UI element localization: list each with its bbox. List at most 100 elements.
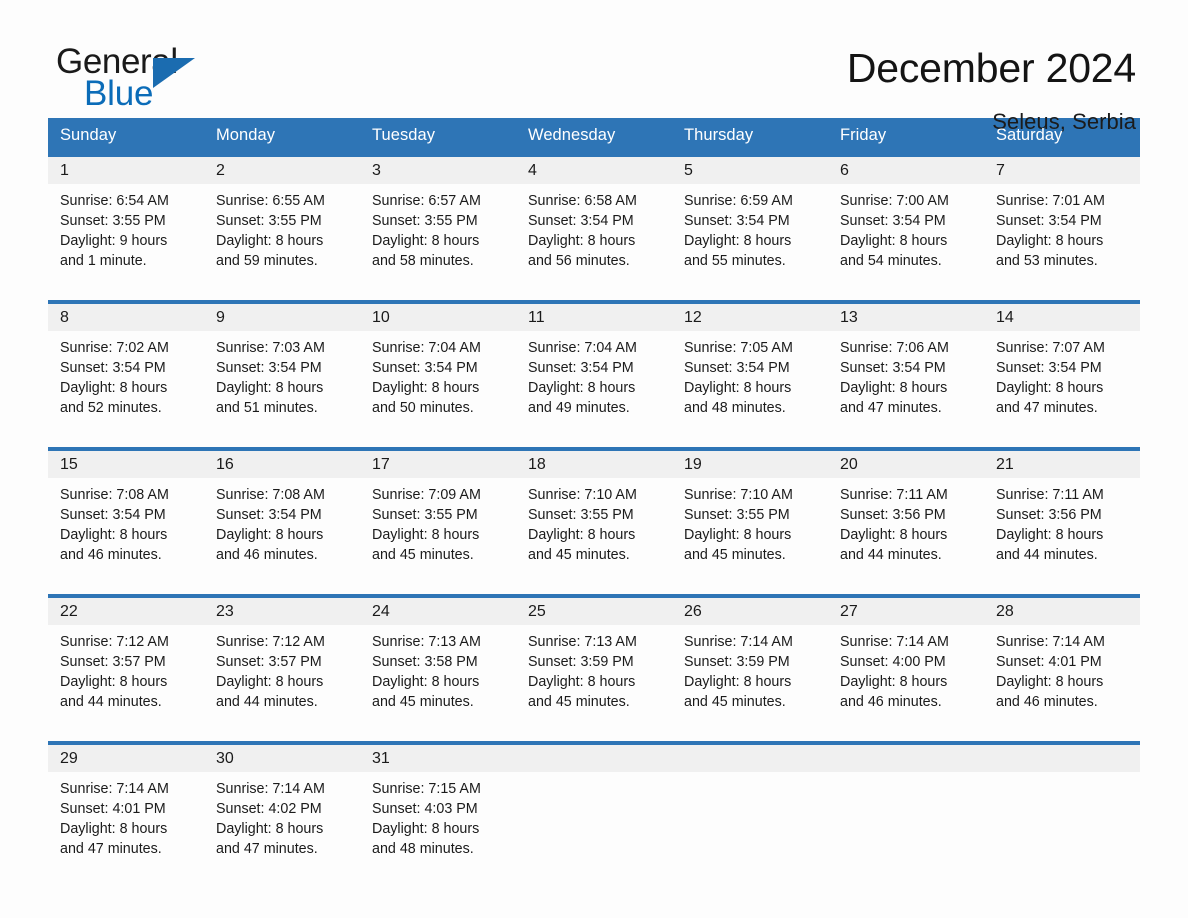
day-detail-cell[interactable]: Sunrise: 6:59 AM Sunset: 3:54 PM Daylight:… — [672, 184, 828, 288]
day-detail-cell[interactable]: Sunrise: 7:14 AM Sunset: 4:01 PM Daylight:… — [984, 625, 1140, 729]
day-number-cell[interactable]: 14 — [984, 304, 1140, 331]
day-detail-cell[interactable]: Sunrise: 7:04 AM Sunset: 3:54 PM Daylight:… — [360, 331, 516, 435]
general-blue-logo[interactable]: General Blue — [56, 44, 206, 120]
day-number-cell[interactable]: 6 — [828, 157, 984, 184]
day-sunrise-text: Sunrise: 7:00 AM — [840, 193, 949, 209]
day-detail-cell[interactable]: Sunrise: 7:14 AM Sunset: 4:01 PM Daylight:… — [48, 772, 204, 876]
day-number-cell[interactable]: 11 — [516, 304, 672, 331]
day-number-cell[interactable]: 8 — [48, 304, 204, 331]
day-daylight-l1-text: Daylight: 8 hours — [996, 527, 1104, 544]
day-number-cell[interactable]: 28 — [984, 598, 1140, 625]
week-spacer-cell — [48, 729, 204, 741]
day-sunset-text: Sunset: 3:54 PM — [528, 213, 634, 230]
day-number-cell[interactable]: 3 — [360, 157, 516, 184]
day-detail-cell[interactable]: Sunrise: 7:13 AM Sunset: 3:59 PM Daylight:… — [516, 625, 672, 729]
day-number-cell[interactable]: 26 — [672, 598, 828, 625]
location-subtitle: Seleus, Serbia — [992, 108, 1136, 134]
day-number-cell[interactable]: 1 — [48, 157, 204, 184]
day-number-cell[interactable]: 13 — [828, 304, 984, 331]
day-detail-cell[interactable]: Sunrise: 7:14 AM Sunset: 4:02 PM Daylight:… — [204, 772, 360, 876]
day-number-row: 22 23 24 25 26 27 28 — [48, 598, 1140, 625]
day-daylight-l2-text: and 44 minutes. — [60, 694, 162, 711]
day-number-cell[interactable]: 29 — [48, 745, 204, 772]
week-spacer-cell — [204, 729, 360, 741]
day-sunrise-text: Sunrise: 7:10 AM — [528, 487, 637, 503]
day-detail-cell[interactable]: Sunrise: 7:11 AM Sunset: 3:56 PM Daylight:… — [828, 478, 984, 582]
day-detail-cell[interactable]: Sunrise: 7:14 AM Sunset: 4:00 PM Daylight:… — [828, 625, 984, 729]
day-detail-row: Sunrise: 7:12 AM Sunset: 3:57 PM Daylight:… — [48, 625, 1140, 729]
day-number-row: 8 9 10 11 12 13 14 — [48, 304, 1140, 331]
day-daylight-l2-text: and 46 minutes. — [996, 694, 1098, 711]
day-detail-cell[interactable]: Sunrise: 7:10 AM Sunset: 3:55 PM Daylight:… — [672, 478, 828, 582]
day-daylight-l1-text: Daylight: 8 hours — [996, 233, 1104, 250]
day-number-cell[interactable]: 24 — [360, 598, 516, 625]
day-detail-cell[interactable]: Sunrise: 6:54 AM Sunset: 3:55 PM Daylight:… — [48, 184, 204, 288]
empty-day-cell — [984, 745, 1140, 772]
day-number-row: 1234567 — [48, 157, 1140, 184]
day-detail-cell[interactable]: Sunrise: 7:03 AM Sunset: 3:54 PM Daylight:… — [204, 331, 360, 435]
day-sunrise-text: Sunrise: 7:08 AM — [216, 487, 325, 503]
week-spacer-cell — [672, 729, 828, 741]
day-detail-cell[interactable]: Sunrise: 7:04 AM Sunset: 3:54 PM Daylight:… — [516, 331, 672, 435]
day-number-cell[interactable]: 25 — [516, 598, 672, 625]
day-number-cell[interactable]: 15 — [48, 451, 204, 478]
day-number-cell[interactable]: 20 — [828, 451, 984, 478]
day-number-cell[interactable]: 9 — [204, 304, 360, 331]
day-number-cell[interactable]: 30 — [204, 745, 360, 772]
day-number-cell[interactable]: 17 — [360, 451, 516, 478]
day-detail-cell[interactable]: Sunrise: 7:08 AM Sunset: 3:54 PM Daylight:… — [204, 478, 360, 582]
day-sunset-text: Sunset: 3:59 PM — [684, 654, 790, 671]
day-daylight-l1-text: Daylight: 8 hours — [372, 527, 480, 544]
day-number-cell[interactable]: 5 — [672, 157, 828, 184]
day-detail-cell[interactable]: Sunrise: 6:57 AM Sunset: 3:55 PM Daylight:… — [360, 184, 516, 288]
day-number-cell[interactable]: 27 — [828, 598, 984, 625]
day-sunset-text: Sunset: 3:54 PM — [60, 507, 166, 524]
day-daylight-l1-text: Daylight: 8 hours — [372, 380, 480, 397]
day-detail-cell[interactable]: Sunrise: 7:13 AM Sunset: 3:58 PM Daylight:… — [360, 625, 516, 729]
day-detail-cell[interactable]: Sunrise: 6:58 AM Sunset: 3:54 PM Daylight:… — [516, 184, 672, 288]
day-number-cell[interactable]: 18 — [516, 451, 672, 478]
day-detail-cell[interactable]: Sunrise: 7:07 AM Sunset: 3:54 PM Daylight:… — [984, 331, 1140, 435]
day-detail-cell[interactable]: Sunrise: 7:05 AM Sunset: 3:54 PM Daylight:… — [672, 331, 828, 435]
day-detail-cell[interactable]: Sunrise: 7:00 AM Sunset: 3:54 PM Daylight:… — [828, 184, 984, 288]
day-detail-cell[interactable]: Sunrise: 7:15 AM Sunset: 4:03 PM Daylight:… — [360, 772, 516, 876]
day-sunset-text: Sunset: 4:01 PM — [996, 654, 1102, 671]
day-number-cell[interactable]: 21 — [984, 451, 1140, 478]
day-detail-cell[interactable]: Sunrise: 7:12 AM Sunset: 3:57 PM Daylight:… — [204, 625, 360, 729]
day-number-cell[interactable]: 7 — [984, 157, 1140, 184]
day-detail-cell[interactable]: Sunrise: 7:10 AM Sunset: 3:55 PM Daylight:… — [516, 478, 672, 582]
day-daylight-l1-text: Daylight: 8 hours — [528, 527, 636, 544]
day-sunrise-text: Sunrise: 7:05 AM — [684, 340, 793, 356]
day-detail-cell[interactable]: Sunrise: 7:08 AM Sunset: 3:54 PM Daylight:… — [48, 478, 204, 582]
week-spacer-cell — [828, 435, 984, 447]
day-number-cell[interactable]: 4 — [516, 157, 672, 184]
day-number-cell[interactable]: 19 — [672, 451, 828, 478]
day-number-cell[interactable]: 31 — [360, 745, 516, 772]
empty-day-cell — [516, 745, 672, 772]
day-detail-cell[interactable]: Sunrise: 7:12 AM Sunset: 3:57 PM Daylight:… — [48, 625, 204, 729]
calendar-page: General Blue December 2024 Seleus, Serbi… — [0, 0, 1188, 918]
day-number-cell[interactable]: 22 — [48, 598, 204, 625]
day-number-cell[interactable]: 23 — [204, 598, 360, 625]
day-detail-cell[interactable]: Sunrise: 7:09 AM Sunset: 3:55 PM Daylight:… — [360, 478, 516, 582]
day-detail-cell[interactable]: Sunrise: 7:01 AM Sunset: 3:54 PM Daylight:… — [984, 184, 1140, 288]
day-sunset-text: Sunset: 3:54 PM — [996, 360, 1102, 377]
day-sunset-text: Sunset: 4:02 PM — [216, 801, 322, 818]
week-spacer-cell — [48, 435, 204, 447]
week-spacer-cell — [984, 582, 1140, 594]
page-header: General Blue December 2024 Seleus, Serbi… — [0, 0, 1188, 134]
day-daylight-l1-text: Daylight: 8 hours — [216, 527, 324, 544]
day-detail-cell[interactable]: Sunrise: 7:06 AM Sunset: 3:54 PM Daylight:… — [828, 331, 984, 435]
day-sunrise-text: Sunrise: 7:13 AM — [528, 634, 637, 650]
day-detail-cell[interactable]: Sunrise: 7:14 AM Sunset: 3:59 PM Daylight:… — [672, 625, 828, 729]
day-detail-cell[interactable]: Sunrise: 6:55 AM Sunset: 3:55 PM Daylight:… — [204, 184, 360, 288]
day-detail-cell[interactable]: Sunrise: 7:11 AM Sunset: 3:56 PM Daylight:… — [984, 478, 1140, 582]
day-sunset-text: Sunset: 3:55 PM — [372, 507, 478, 524]
day-number-cell[interactable]: 10 — [360, 304, 516, 331]
day-number-cell[interactable]: 12 — [672, 304, 828, 331]
day-number-cell[interactable]: 16 — [204, 451, 360, 478]
day-sunset-text: Sunset: 3:55 PM — [60, 213, 166, 230]
week-spacer-cell — [828, 288, 984, 300]
day-number-cell[interactable]: 2 — [204, 157, 360, 184]
day-detail-cell[interactable]: Sunrise: 7:02 AM Sunset: 3:54 PM Daylight:… — [48, 331, 204, 435]
